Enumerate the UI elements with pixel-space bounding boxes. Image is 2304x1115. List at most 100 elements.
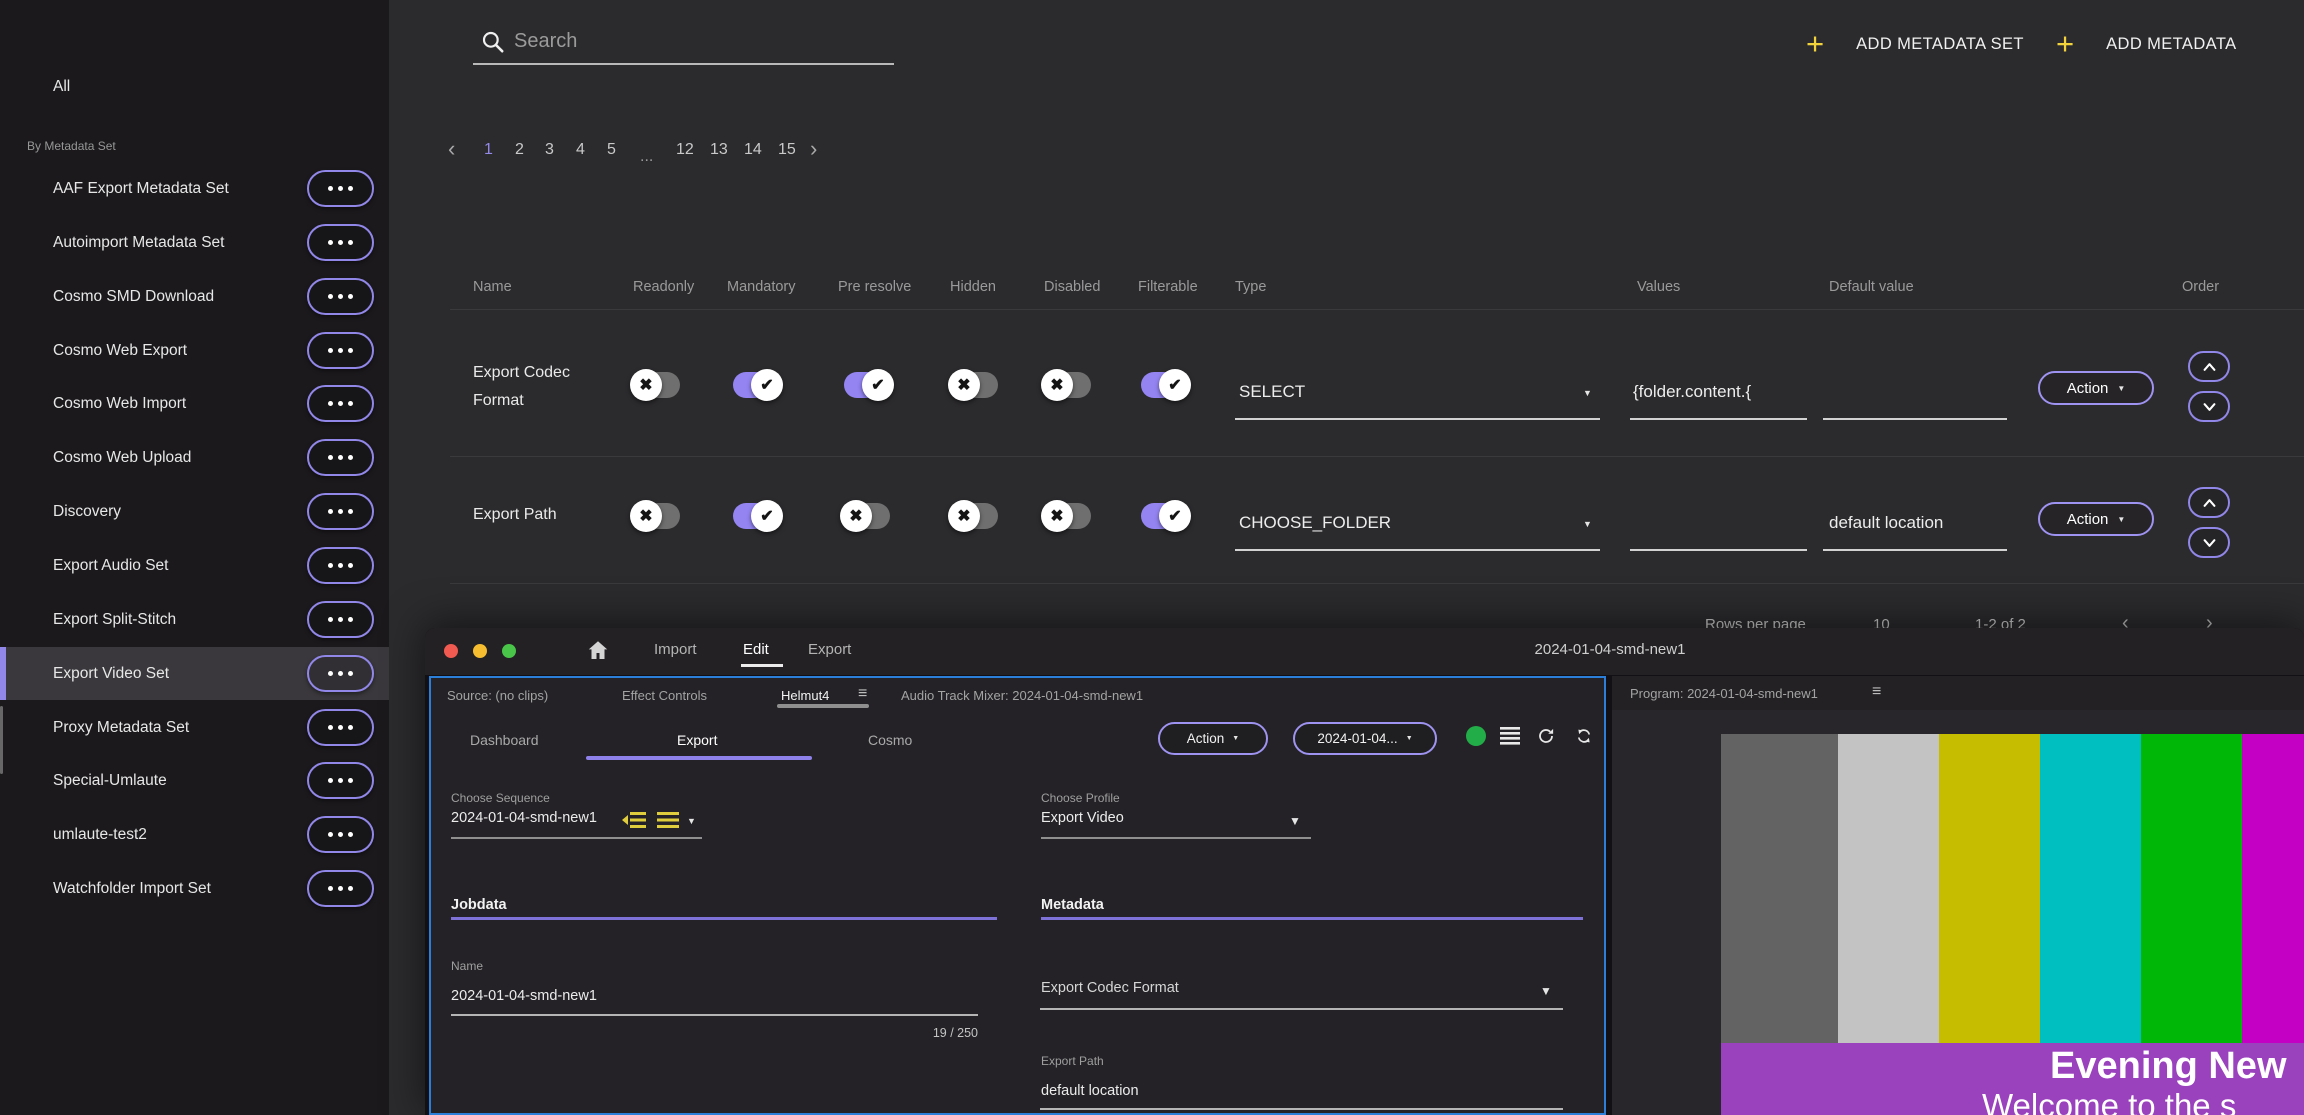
panel-menu-icon[interactable]: ≡ <box>1872 684 1881 700</box>
action-button[interactable]: Action ▼ <box>2038 371 2154 405</box>
item-menu-button[interactable] <box>307 278 374 315</box>
list-icon[interactable] <box>1500 727 1520 745</box>
toggle-hidden[interactable]: ✖ <box>948 500 998 532</box>
chevron-down-icon[interactable]: ▼ <box>687 816 696 826</box>
action-button[interactable]: Action ▼ <box>2038 502 2154 536</box>
default-value-input[interactable]: default location <box>1829 513 1943 533</box>
codec-select[interactable]: Export Codec Format <box>1041 980 1179 996</box>
toggle-hidden[interactable]: ✖ <box>948 369 998 401</box>
helmut-tab-dashboard[interactable]: Dashboard <box>470 732 539 748</box>
page-button-14[interactable]: 14 <box>744 141 762 159</box>
helmut-tab-cosmo[interactable]: Cosmo <box>868 732 912 748</box>
sidebar-item-discovery[interactable]: Discovery <box>0 485 389 538</box>
default-value-input[interactable] <box>1823 418 2007 420</box>
sidebar-item-cosmo-web-upload[interactable]: Cosmo Web Upload <box>0 431 389 484</box>
sequence-list-icon[interactable] <box>622 811 646 829</box>
project-dropdown[interactable]: 2024-01-04... ▼ <box>1293 722 1437 755</box>
sidebar-item-umlaute-test2[interactable]: umlaute-test2 <box>0 808 389 861</box>
page-button-3[interactable]: 3 <box>545 141 554 159</box>
page-button-13[interactable]: 13 <box>710 141 728 159</box>
item-menu-button[interactable] <box>307 870 374 907</box>
minimize-icon[interactable] <box>473 644 487 658</box>
tab-edit[interactable]: Edit <box>743 641 769 658</box>
item-menu-button[interactable] <box>307 493 374 530</box>
page-button-4[interactable]: 4 <box>576 141 585 159</box>
sidebar-item-special-umlaute[interactable]: Special-Umlaute <box>0 754 389 807</box>
panel-tab-helmut4[interactable]: Helmut4 <box>781 688 829 703</box>
toggle-readonly[interactable]: ✖ <box>630 369 680 401</box>
action-dropdown[interactable]: Action ▼ <box>1158 722 1268 755</box>
tab-import[interactable]: Import <box>654 641 697 658</box>
item-menu-button[interactable] <box>307 762 374 799</box>
page-button-2[interactable]: 2 <box>515 141 524 159</box>
sidebar-item-watchfolder[interactable]: Watchfolder Import Set <box>0 862 389 915</box>
item-menu-button[interactable] <box>307 170 374 207</box>
panel-menu-icon[interactable]: ≡ <box>858 686 867 702</box>
toggle-mandatory[interactable]: ✔ <box>733 369 783 401</box>
toggle-pre-resolve[interactable]: ✖ <box>840 500 890 532</box>
toggle-pre-resolve[interactable]: ✔ <box>844 369 894 401</box>
sidebar-item-proxy[interactable]: Proxy Metadata Set <box>0 701 389 754</box>
item-menu-button[interactable] <box>307 332 374 369</box>
name-field-value[interactable]: 2024-01-04-smd-new1 <box>451 988 597 1004</box>
choose-sequence-value[interactable]: 2024-01-04-smd-new1 <box>451 810 597 826</box>
panel-tab-source[interactable]: Source: (no clips) <box>447 688 548 703</box>
choose-profile-select[interactable]: Export Video <box>1041 810 1124 826</box>
toggle-filterable[interactable]: ✔ <box>1141 369 1191 401</box>
item-menu-button[interactable] <box>307 385 374 422</box>
sidebar-item-export-split-stitch[interactable]: Export Split-Stitch <box>0 593 389 646</box>
panel-tab-program[interactable]: Program: 2024-01-04-smd-new1 <box>1630 686 1818 701</box>
home-icon[interactable] <box>586 638 610 662</box>
maximize-icon[interactable] <box>502 644 516 658</box>
order-down-button[interactable] <box>2188 527 2230 558</box>
page-button-1[interactable]: 1 <box>484 141 493 159</box>
refresh-icon[interactable] <box>1536 727 1556 745</box>
search-icon <box>482 31 504 53</box>
order-down-button[interactable] <box>2188 391 2230 422</box>
toggle-disabled[interactable]: ✖ <box>1041 500 1091 532</box>
window-titlebar[interactable]: Import Edit Export 2024-01-04-smd-new1 <box>425 628 2304 675</box>
path-field-value[interactable]: default location <box>1041 1083 1139 1099</box>
sidebar-item-all[interactable]: All <box>0 62 389 112</box>
values-input[interactable] <box>1630 549 1807 551</box>
page-button-12[interactable]: 12 <box>676 141 694 159</box>
sync-icon[interactable] <box>1574 727 1594 745</box>
search-input[interactable] <box>514 24 874 58</box>
sidebar-item-aaf-export[interactable]: AAF Export Metadata Set <box>0 162 389 215</box>
item-menu-button[interactable] <box>307 547 374 584</box>
item-menu-button[interactable] <box>307 439 374 476</box>
toggle-disabled[interactable]: ✖ <box>1041 369 1091 401</box>
add-metadata-set-button[interactable]: + ADD METADATA SET <box>1806 24 2024 64</box>
order-up-button[interactable] <box>2188 351 2230 382</box>
add-metadata-button[interactable]: + ADD METADATA <box>2056 24 2237 64</box>
panel-tab-audio-mixer[interactable]: Audio Track Mixer: 2024-01-04-smd-new1 <box>901 688 1143 703</box>
helmut-tab-export[interactable]: Export <box>677 732 717 748</box>
item-menu-button[interactable] <box>307 601 374 638</box>
hamburger-icon[interactable] <box>657 811 679 829</box>
close-icon[interactable] <box>444 644 458 658</box>
item-menu-button[interactable] <box>307 816 374 853</box>
sidebar-item-cosmo-web-export[interactable]: Cosmo Web Export <box>0 324 389 377</box>
page-button-15[interactable]: 15 <box>778 141 796 159</box>
tab-export[interactable]: Export <box>808 641 851 658</box>
item-menu-button[interactable] <box>307 709 374 746</box>
item-menu-button[interactable] <box>307 655 374 692</box>
type-select[interactable]: SELECT <box>1239 382 1305 402</box>
order-up-button[interactable] <box>2188 487 2230 518</box>
type-select[interactable]: CHOOSE_FOLDER <box>1239 513 1391 533</box>
page-prev-icon[interactable]: ‹ <box>448 136 455 162</box>
item-menu-button[interactable] <box>307 224 374 261</box>
sidebar-item-cosmo-smd[interactable]: Cosmo SMD Download <box>0 270 389 323</box>
sidebar-item-autoimport[interactable]: Autoimport Metadata Set <box>0 216 389 269</box>
sidebar-item-cosmo-web-import[interactable]: Cosmo Web Import <box>0 377 389 430</box>
sidebar-scrollbar[interactable] <box>0 706 3 774</box>
toggle-mandatory[interactable]: ✔ <box>733 500 783 532</box>
toggle-readonly[interactable]: ✖ <box>630 500 680 532</box>
panel-tab-effect-controls[interactable]: Effect Controls <box>622 688 707 703</box>
toggle-filterable[interactable]: ✔ <box>1141 500 1191 532</box>
values-input[interactable]: {folder.content.{ <box>1633 382 1809 402</box>
sidebar-item-export-audio[interactable]: Export Audio Set <box>0 539 389 592</box>
sidebar-item-export-video[interactable]: Export Video Set <box>0 647 389 700</box>
page-next-icon[interactable]: › <box>810 136 817 162</box>
page-button-5[interactable]: 5 <box>607 141 616 159</box>
